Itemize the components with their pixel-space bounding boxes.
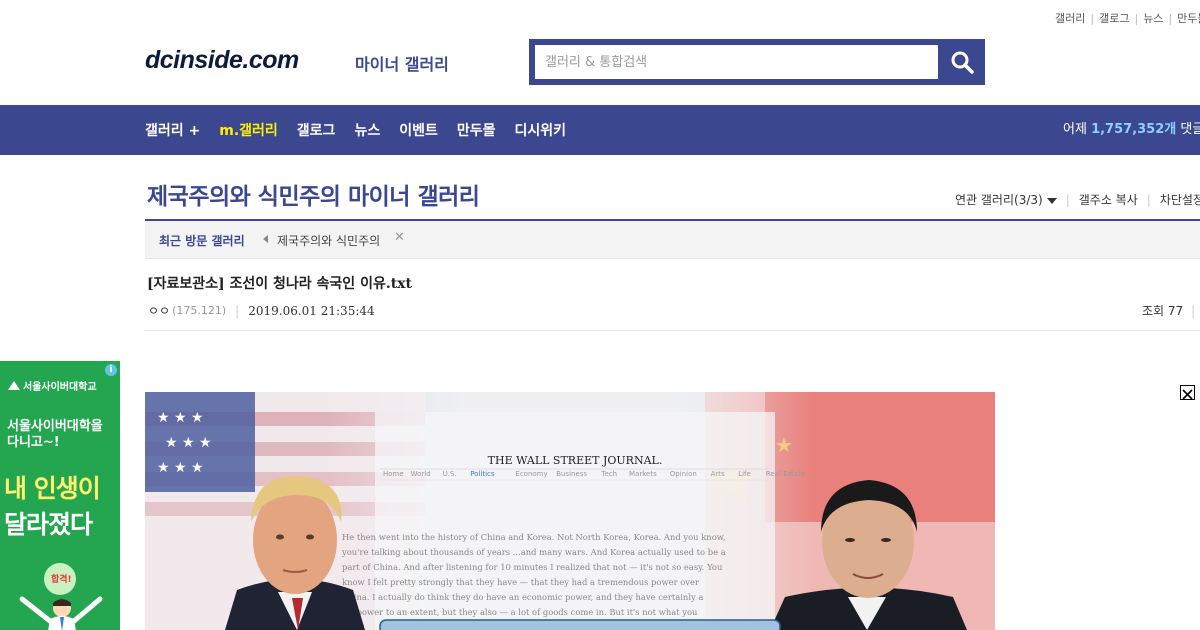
ad-line-3: 달라졌다 — [4, 510, 93, 539]
top-utility-links: 갤러리|갤로그|뉴스|만두몰 — [1055, 10, 1200, 26]
related-gallery-button[interactable]: 연관 갤러리(3/3) — [955, 191, 1057, 208]
ad-brand: 서울사이버대학교 — [8, 378, 97, 393]
site-logo[interactable]: dcinside.com — [145, 46, 299, 75]
caret-down-icon — [1046, 197, 1057, 204]
remove-recent-icon[interactable]: ✕ — [394, 230, 405, 245]
post-divider — [145, 330, 1200, 331]
recent-visits-bar: 최근 방문 갤러리 제국주의와 식민주의 ✕ — [145, 221, 1200, 259]
author-nick[interactable]: ㅇㅇ — [148, 302, 170, 319]
stat-suffix: 댓글 — [1180, 122, 1200, 137]
copy-address-button[interactable]: 갤주소 복사 — [1079, 191, 1138, 208]
wsj-menu-item: World — [411, 470, 431, 478]
nav-minor-gallery[interactable]: m.갤러리 — [219, 120, 278, 140]
post-meta: ㅇㅇ (175.121) | 2019.06.01 21:35:44 — [148, 302, 375, 319]
prev-arrow-icon[interactable] — [263, 235, 268, 243]
nav-news[interactable]: 뉴스 — [354, 120, 380, 140]
wsj-menu-item: Home — [383, 470, 404, 478]
search-input[interactable] — [535, 45, 938, 79]
wsj-body-line: part of China. And after listening for 1… — [342, 562, 723, 572]
wsj-menu-item: Politics — [470, 470, 495, 478]
recent-visit-item[interactable]: 제국주의와 식민주의 — [277, 232, 380, 249]
wsj-menu-item: Economy — [515, 470, 547, 478]
wsj-body-line: know I felt pretty strongly that they ha… — [342, 577, 699, 587]
wsj-masthead: THE WALL STREET JOURNAL. — [488, 454, 663, 467]
main-nav: 갤러리 + m.갤러리 갤로그 뉴스 이벤트 만두몰 디시위키 어제 1,757… — [0, 105, 1200, 155]
nav-gallery[interactable]: 갤러리 + — [145, 120, 200, 140]
wsj-menu-item: U.S. — [443, 470, 457, 478]
block-settings-button[interactable]: 차단설정 — [1160, 191, 1200, 208]
wsj-menu-item: Business — [556, 470, 587, 478]
wsj-body-line: He then went into the history of China a… — [342, 532, 726, 542]
wsj-menu-item: Tech — [600, 470, 617, 478]
ad-character-illustration: 합격! — [19, 563, 103, 630]
nav-mandu-mall[interactable]: 만두몰 — [457, 120, 496, 140]
wsj-body-line: you're talking about thousands of years … — [341, 547, 726, 557]
wsj-menu-item: Life — [738, 470, 751, 478]
util-link-mandu[interactable]: 만두몰 — [1177, 12, 1200, 25]
stat-prefix: 어제 — [1063, 122, 1087, 137]
wsj-body-line: ...r power to an extent, but they also —… — [342, 607, 698, 617]
nav-dcwiki[interactable]: 디시위키 — [514, 120, 566, 140]
search-button[interactable] — [939, 39, 985, 85]
wsj-menu-item: Arts — [711, 470, 725, 478]
minor-gallery-link[interactable]: 마이너 갤러리 — [355, 51, 449, 75]
wsj-menu-item: Real Estate — [766, 470, 805, 478]
svg-text:★ ★ ★: ★ ★ ★ — [165, 435, 212, 451]
svg-text:★ ★ ★: ★ ★ ★ — [157, 460, 204, 476]
gallery-title[interactable]: 제국주의와 식민주의 마이너 갤러리 — [147, 177, 480, 211]
author-ip: (175.121) — [172, 304, 227, 317]
university-logo-icon — [8, 381, 20, 390]
wsj-body-line: China. I actually do think they do have … — [342, 592, 703, 602]
article-image-illustration: ★ ★ ★ ★ ★ ★ ★ ★ ★ ★ ★ THE WALL STREET JO… — [145, 392, 995, 630]
search-icon — [951, 51, 974, 74]
view-count: 조회 77 | — [1142, 304, 1196, 318]
ad-line-2: 내 인생이 — [4, 474, 101, 503]
gallery-tools: 연관 갤러리(3/3) | 갤주소 복사 | 차단설정 — [955, 191, 1200, 208]
search-box — [529, 39, 985, 85]
nav-event[interactable]: 이벤트 — [399, 120, 438, 140]
util-link-gallog[interactable]: 갤로그 — [1099, 12, 1129, 25]
util-link-gallery[interactable]: 갤러리 — [1055, 12, 1085, 25]
wsj-menu-item: Markets — [629, 470, 657, 478]
ad-close-button[interactable] — [1180, 385, 1195, 400]
nav-gallog[interactable]: 갤로그 — [297, 120, 336, 140]
ad-line-1: 서울사이버대학을 다니고~! — [7, 419, 103, 450]
post-title: [자료보관소] 조선이 청나라 속국인 이유.txt — [147, 276, 412, 292]
wsj-menu-item: Opinion — [670, 470, 697, 478]
article-image: ★ ★ ★ ★ ★ ★ ★ ★ ★ ★ ★ THE WALL STREET JO… — [145, 392, 995, 630]
ad-info-icon[interactable]: i — [105, 364, 117, 376]
ad-badge: 합격! — [51, 573, 72, 585]
stat-count: 1,757,352개 — [1091, 122, 1177, 137]
svg-text:★ ★ ★: ★ ★ ★ — [157, 410, 204, 426]
side-ad-banner[interactable]: i 서울사이버대학교 서울사이버대학을 다니고~! 내 인생이 달라졌다 합격! — [0, 361, 120, 630]
recent-visits-label: 최근 방문 갤러리 — [159, 234, 245, 248]
close-icon — [1182, 389, 1193, 400]
util-link-news[interactable]: 뉴스 — [1143, 12, 1163, 25]
nav-stats: 어제 1,757,352개 댓글 — [1063, 105, 1200, 155]
post-date: 2019.06.01 21:35:44 — [248, 303, 375, 318]
